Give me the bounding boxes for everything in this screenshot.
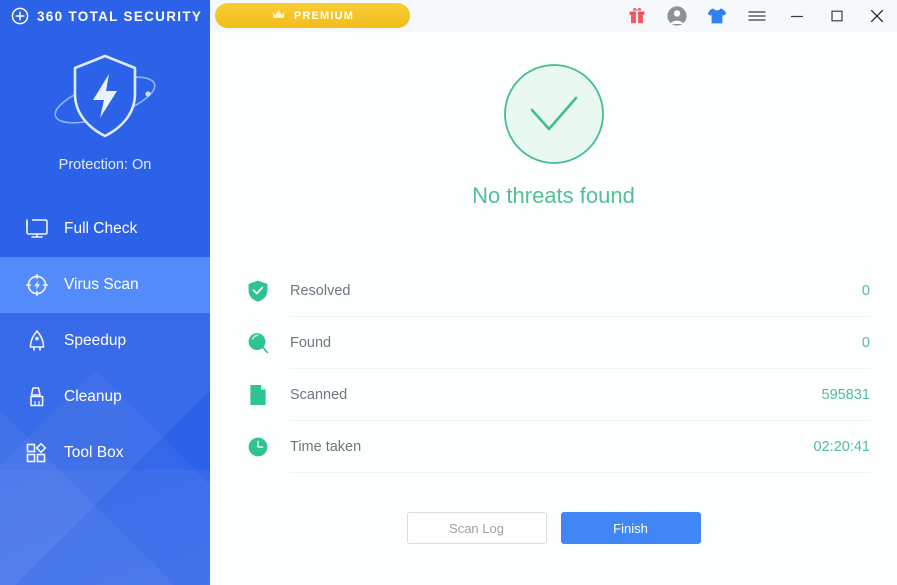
- sidebar-item-label: Full Check: [64, 220, 138, 237]
- sidebar-item-label: Cleanup: [64, 388, 122, 405]
- premium-label: PREMIUM: [293, 9, 355, 22]
- scan-log-button[interactable]: Scan Log: [406, 512, 547, 544]
- scan-status-graphic: [210, 62, 897, 171]
- user-account-icon[interactable]: [657, 0, 697, 32]
- result-label: Time taken: [290, 439, 362, 455]
- crown-icon: [271, 7, 286, 25]
- app-window: 360 TOTAL SECURITY Protection: On Full C…: [0, 0, 897, 585]
- sidebar-item-full-check[interactable]: Full Check: [0, 201, 210, 257]
- result-value: 595831: [821, 387, 870, 403]
- main-panel: PREMIUM No threats found Resolved 0 Foun…: [210, 0, 897, 585]
- result-value: 0: [861, 283, 870, 299]
- target-bolt-icon: [24, 273, 54, 297]
- result-label: Found: [290, 335, 332, 351]
- finish-button[interactable]: Finish: [560, 512, 701, 544]
- toolbox-grid-icon: [24, 441, 54, 465]
- sidebar-item-cleanup[interactable]: Cleanup: [0, 369, 210, 425]
- sidebar: 360 TOTAL SECURITY Protection: On Full C…: [0, 0, 210, 585]
- gift-icon[interactable]: [617, 0, 657, 32]
- circle-check-icon: [502, 64, 606, 170]
- result-value: 0: [861, 335, 870, 351]
- tshirt-skin-icon[interactable]: [697, 0, 737, 32]
- table-row: Found 0: [247, 317, 870, 369]
- action-buttons: Scan Log Finish: [210, 512, 897, 544]
- sidebar-item-label: Tool Box: [64, 444, 124, 461]
- rocket-icon: [24, 329, 54, 353]
- sidebar-item-speedup[interactable]: Speedup: [0, 313, 210, 369]
- maximize-icon[interactable]: [817, 0, 857, 32]
- sidebar-item-tool-box[interactable]: Tool Box: [0, 425, 210, 481]
- document-icon: [247, 383, 269, 407]
- sidebar-item-virus-scan[interactable]: Virus Scan: [0, 257, 210, 313]
- scan-status-title: No threats found: [472, 183, 635, 208]
- protection-status-text: Protection: On: [58, 157, 152, 173]
- shield-check-icon: [247, 279, 269, 303]
- premium-button[interactable]: PREMIUM: [215, 3, 410, 28]
- sidebar-item-label: Speedup: [64, 332, 127, 349]
- scan-result-content: No threats found Resolved 0 Found 0 Scan…: [210, 62, 897, 585]
- close-icon[interactable]: [857, 0, 897, 32]
- row-divider: [290, 472, 870, 473]
- minimize-icon[interactable]: [777, 0, 817, 32]
- shield-bolt-orbit-icon: [47, 54, 163, 150]
- table-row: Scanned 595831: [247, 369, 870, 421]
- circle-plus-icon: [11, 7, 29, 25]
- scan-results-list: Resolved 0 Found 0 Scanned 595831 Time t…: [247, 265, 870, 473]
- clock-icon: [247, 435, 269, 459]
- result-label: Scanned: [290, 387, 348, 403]
- app-brand: 360 TOTAL SECURITY: [0, 0, 210, 32]
- sidebar-decoration-facet: [0, 470, 210, 585]
- magnifier-icon: [247, 331, 269, 355]
- sidebar-nav: Full Check Virus Scan Speedup Cleanup To…: [0, 201, 210, 481]
- hamburger-menu-icon[interactable]: [737, 0, 777, 32]
- result-value: 02:20:41: [813, 439, 870, 455]
- title-bar: PREMIUM: [210, 0, 897, 32]
- protection-shield: [0, 46, 210, 151]
- table-row: Resolved 0: [247, 265, 870, 317]
- broom-icon: [24, 385, 54, 409]
- sidebar-item-label: Virus Scan: [64, 276, 139, 293]
- result-label: Resolved: [290, 283, 351, 299]
- monitor-icon: [24, 217, 54, 241]
- table-row: Time taken 02:20:41: [247, 421, 870, 473]
- brand-name: 360 TOTAL SECURITY: [37, 8, 203, 24]
